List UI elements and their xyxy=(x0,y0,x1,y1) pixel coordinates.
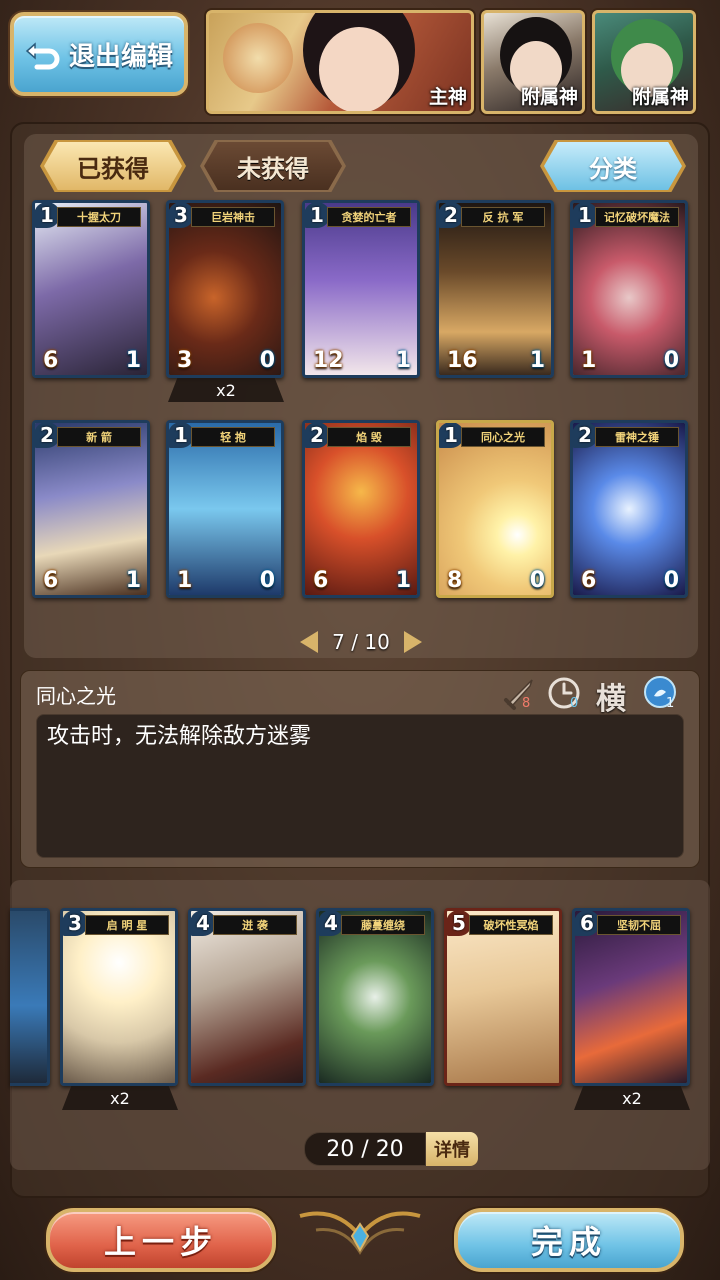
card-title: 巨岩神击 xyxy=(191,207,275,227)
main-deity-tag: 主神 xyxy=(428,86,467,108)
water-element-icon xyxy=(644,676,676,708)
card-title: 启 明 星 xyxy=(85,915,169,935)
card-title: 破坏性冥焰 xyxy=(469,915,553,935)
card-attack: 8 xyxy=(447,568,463,593)
card-art xyxy=(447,911,559,1083)
card-count-badge: x2 xyxy=(62,1086,178,1110)
card-title: 同心之光 xyxy=(461,427,545,447)
collection-card[interactable]: 1 十握太刀 6 1 xyxy=(32,200,150,378)
sub-deity-tag-2: 附属神 xyxy=(631,86,689,108)
collection-card[interactable]: 1 记忆破坏魔法 1 0 xyxy=(570,200,688,378)
tab-unowned[interactable]: 未获得 xyxy=(204,142,342,190)
card-art xyxy=(191,911,303,1083)
card-health: 1 xyxy=(125,568,141,593)
card-art xyxy=(10,911,47,1083)
collection-pager: 7 / 10 xyxy=(300,628,422,656)
sort-button[interactable]: 分类 xyxy=(544,142,682,190)
deck-card[interactable]: 5 破坏性冥焰 xyxy=(444,908,562,1086)
card-attack: 6 xyxy=(43,348,59,373)
done-button[interactable]: 完成 xyxy=(454,1208,684,1272)
prev-page-arrow-icon[interactable] xyxy=(300,631,318,653)
card-health: 0 xyxy=(529,568,545,593)
element-stat-value: 1 xyxy=(666,696,675,711)
card-art xyxy=(319,911,431,1083)
card-health: 0 xyxy=(663,568,679,593)
sub-deity-portrait-2[interactable]: 附属神 xyxy=(592,10,696,114)
card-attack: 6 xyxy=(313,568,329,593)
card-attack: 1 xyxy=(581,348,597,373)
card-art xyxy=(63,911,175,1083)
card-title: 十握太刀 xyxy=(57,207,141,227)
sub-deity-tag-1: 附属神 xyxy=(520,86,578,108)
deck-card-partial[interactable] xyxy=(10,908,50,1086)
main-deity-face xyxy=(319,27,399,111)
exit-edit-button[interactable]: 退出编辑 xyxy=(10,12,188,96)
return-arrow-icon xyxy=(25,42,60,70)
card-health: 1 xyxy=(395,348,411,373)
collection-card[interactable]: 2 雷神之锤 6 0 xyxy=(570,420,688,598)
exit-edit-label: 退出编辑 xyxy=(68,41,173,72)
page-indicator: 7 / 10 xyxy=(332,630,390,654)
card-title: 贪婪的亡者 xyxy=(327,207,411,227)
card-title: 反 抗 军 xyxy=(461,207,545,227)
collection-card-selected[interactable]: 1 同心之光 8 0 xyxy=(436,420,554,598)
deck-card[interactable]: 4 藤蔓缠绕 xyxy=(316,908,434,1086)
detail-card-name: 同心之光 xyxy=(36,684,116,708)
sun-ornament-icon xyxy=(223,23,293,93)
collection-card[interactable]: 3 巨岩神击 3 0 xyxy=(166,200,284,378)
deck-card[interactable]: 6 坚韧不屈 xyxy=(572,908,690,1086)
collection-card[interactable]: 1 轻 抱 1 0 xyxy=(166,420,284,598)
next-page-arrow-icon[interactable] xyxy=(404,631,422,653)
deck-card[interactable]: 3 启 明 星 xyxy=(60,908,178,1086)
sub-deity-portrait-1[interactable]: 附属神 xyxy=(481,10,585,114)
page-current: 7 xyxy=(332,630,345,654)
deck-count: 20 / 20 xyxy=(304,1132,426,1166)
card-title: 坚韧不屈 xyxy=(597,915,681,935)
sword-icon xyxy=(504,679,533,710)
card-attack: 16 xyxy=(447,348,478,373)
card-health: 1 xyxy=(395,568,411,593)
card-title: 藤蔓缠绕 xyxy=(341,915,425,935)
card-count-badge: x2 xyxy=(168,378,284,402)
page-separator: / xyxy=(351,630,359,654)
collection-card[interactable]: 2 新 箭 6 1 xyxy=(32,420,150,598)
card-count-badge: x2 xyxy=(574,1086,690,1110)
time-stat-value: 0 xyxy=(570,696,579,711)
card-title: 记忆破坏魔法 xyxy=(595,207,679,227)
card-health: 0 xyxy=(259,568,275,593)
card-health: 1 xyxy=(125,348,141,373)
card-attack: 3 xyxy=(177,348,193,373)
card-attack: 12 xyxy=(313,348,344,373)
attack-stat-value: 8 xyxy=(522,696,531,711)
page-total: 10 xyxy=(364,630,390,654)
orientation-label: 横 xyxy=(596,682,626,717)
card-attack: 1 xyxy=(177,568,193,593)
card-title: 焰 毁 xyxy=(327,427,411,447)
card-title: 迸 袭 xyxy=(213,915,297,935)
card-title: 轻 抱 xyxy=(191,427,275,447)
card-health: 0 xyxy=(259,348,275,373)
tab-owned[interactable]: 已获得 xyxy=(44,142,182,190)
collection-card[interactable]: 2 反 抗 军 16 1 xyxy=(436,200,554,378)
card-description: 攻击时，无法解除敌方迷雾 xyxy=(36,714,684,858)
main-deity-portrait[interactable]: 主神 xyxy=(206,10,474,114)
card-attack: 6 xyxy=(581,568,597,593)
card-title: 雷神之锤 xyxy=(595,427,679,447)
card-health: 0 xyxy=(663,348,679,373)
card-health: 1 xyxy=(529,348,545,373)
card-art xyxy=(575,911,687,1083)
card-title: 新 箭 xyxy=(57,427,141,447)
card-attack: 6 xyxy=(43,568,59,593)
collection-card[interactable]: 2 焰 毁 6 1 xyxy=(302,420,420,598)
previous-step-button[interactable]: 上一步 xyxy=(46,1208,276,1272)
clock-icon xyxy=(548,677,580,709)
collection-card[interactable]: 1 贪婪的亡者 12 1 xyxy=(302,200,420,378)
deck-details-button[interactable]: 详情 xyxy=(426,1132,478,1166)
deck-card[interactable]: 4 迸 袭 xyxy=(188,908,306,1086)
center-ornament-icon xyxy=(299,1211,421,1255)
